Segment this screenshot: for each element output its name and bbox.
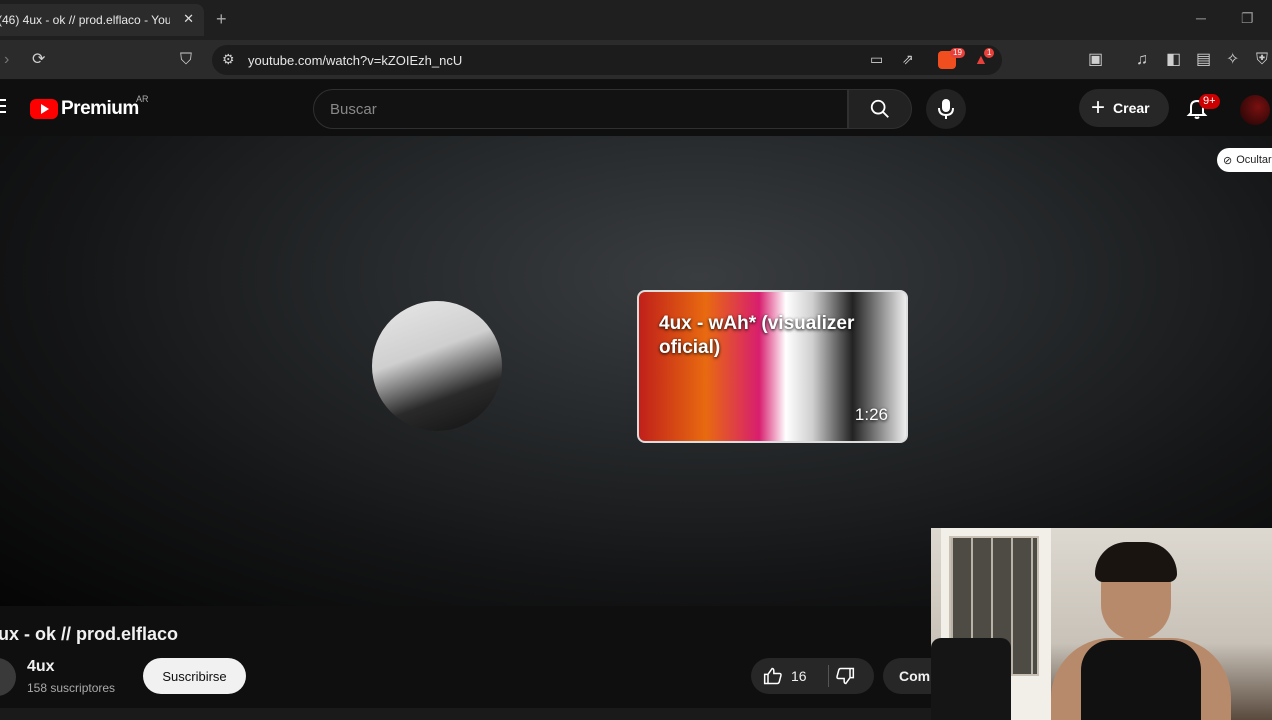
endscreen-video-card[interactable]: 4ux - wAh* (visualizer oficial) 1:26 xyxy=(637,290,908,443)
dislike-button[interactable] xyxy=(835,666,855,691)
endscreen-channel-avatar[interactable] xyxy=(372,301,502,431)
music-icon[interactable]: ♫ xyxy=(1136,50,1148,70)
subscribe-button[interactable]: Suscribirse xyxy=(143,658,246,694)
search-input[interactable]: Buscar xyxy=(313,89,848,129)
like-button[interactable]: 16 xyxy=(763,666,807,686)
like-divider xyxy=(828,665,829,687)
create-button[interactable]: + Crear xyxy=(1079,89,1169,127)
create-label: Crear xyxy=(1113,100,1150,116)
thumbs-down-icon xyxy=(836,667,855,685)
browser-tab[interactable]: (46) 4ux - ok // prod.elflaco - YouTube … xyxy=(0,4,204,36)
url-text: youtube.com/watch?v=kZOIEzh_ncU xyxy=(248,53,463,68)
site-settings-icon[interactable]: ⚙ xyxy=(222,51,235,68)
youtube-play-icon xyxy=(30,99,58,119)
tab-title: (46) 4ux - ok // prod.elflaco - YouTube xyxy=(0,13,170,27)
person-tank-top xyxy=(1081,640,1201,720)
subscriber-count: 158 suscriptores xyxy=(27,681,116,695)
video-info: 4ux - ok // prod.elflaco 4ux 158 suscrip… xyxy=(0,606,966,720)
wallet-icon[interactable]: ▤ xyxy=(1196,50,1211,70)
restore-icon[interactable]: ❐ xyxy=(1241,10,1254,27)
cast-icon[interactable]: ▭ xyxy=(870,51,883,68)
person-hair xyxy=(1095,542,1177,582)
close-icon[interactable]: ✕ xyxy=(183,11,194,27)
logo-region: AR xyxy=(136,94,149,104)
reload-icon[interactable]: ⟳ xyxy=(32,50,45,70)
voice-search-button[interactable] xyxy=(926,89,966,129)
menu-icon[interactable] xyxy=(0,99,6,113)
notifications-badge: 9+ xyxy=(1199,94,1220,109)
endcard-duration: 1:26 xyxy=(854,405,888,424)
new-tab-icon[interactable]: + xyxy=(216,9,227,30)
logo-text: Premium xyxy=(61,98,139,119)
leo-ai-icon[interactable]: ✧ xyxy=(1226,50,1239,70)
like-dislike-group: 16 xyxy=(751,658,874,694)
vpn-shield-icon[interactable]: ⛨ xyxy=(1256,50,1268,70)
search-placeholder: Buscar xyxy=(330,101,377,118)
screen: (46) 4ux - ok // prod.elflaco - YouTube … xyxy=(0,0,1272,720)
search-button[interactable] xyxy=(848,89,912,129)
minimize-icon[interactable]: ─ xyxy=(1196,10,1206,26)
search-icon xyxy=(870,99,889,118)
forward-icon[interactable]: › xyxy=(4,50,9,70)
address-bar[interactable]: ⚙ youtube.com/watch?v=kZOIEzh_ncU ▭ ⇗ 19… xyxy=(212,45,1002,75)
hide-endscreen-button[interactable]: ⊘ Ocultar xyxy=(1217,148,1272,172)
thumbs-up-icon xyxy=(763,667,782,685)
eye-off-icon: ⊘ xyxy=(1223,154,1233,167)
endcard-title: 4ux - wAh* (visualizer oficial) xyxy=(659,313,855,358)
description-box-edge xyxy=(0,708,931,720)
brave-shield-count: 19 xyxy=(950,48,965,58)
webcam-chair xyxy=(931,638,1011,720)
microphone-icon xyxy=(938,99,954,119)
hide-label: Ocultar xyxy=(1236,154,1272,166)
channel-name[interactable]: 4ux xyxy=(27,658,55,676)
plus-icon: + xyxy=(1091,94,1106,121)
bookmark-icon[interactable]: ⛉ xyxy=(180,50,192,70)
youtube-logo[interactable]: Premium xyxy=(30,98,139,120)
browser-tab-strip: (46) 4ux - ok // prod.elflaco - YouTube … xyxy=(0,0,1272,40)
youtube-header: Premium AR Buscar + Crear 9+ xyxy=(0,80,1272,136)
avatar[interactable] xyxy=(1240,95,1270,125)
like-count: 16 xyxy=(791,668,807,684)
channel-avatar[interactable] xyxy=(0,658,16,696)
share-page-icon[interactable]: ⇗ xyxy=(902,51,914,68)
video-title: 4ux - ok // prod.elflaco xyxy=(0,624,179,644)
browser-toolbar: › ⟳ ⛉ ⚙ youtube.com/watch?v=kZOIEzh_ncU … xyxy=(0,40,1272,80)
rewards-count: 1 xyxy=(984,48,995,58)
reading-mode-icon[interactable]: ▣ xyxy=(1088,50,1103,70)
sidebar-icon[interactable]: ◧ xyxy=(1166,50,1181,70)
webcam-overlay xyxy=(931,528,1272,720)
